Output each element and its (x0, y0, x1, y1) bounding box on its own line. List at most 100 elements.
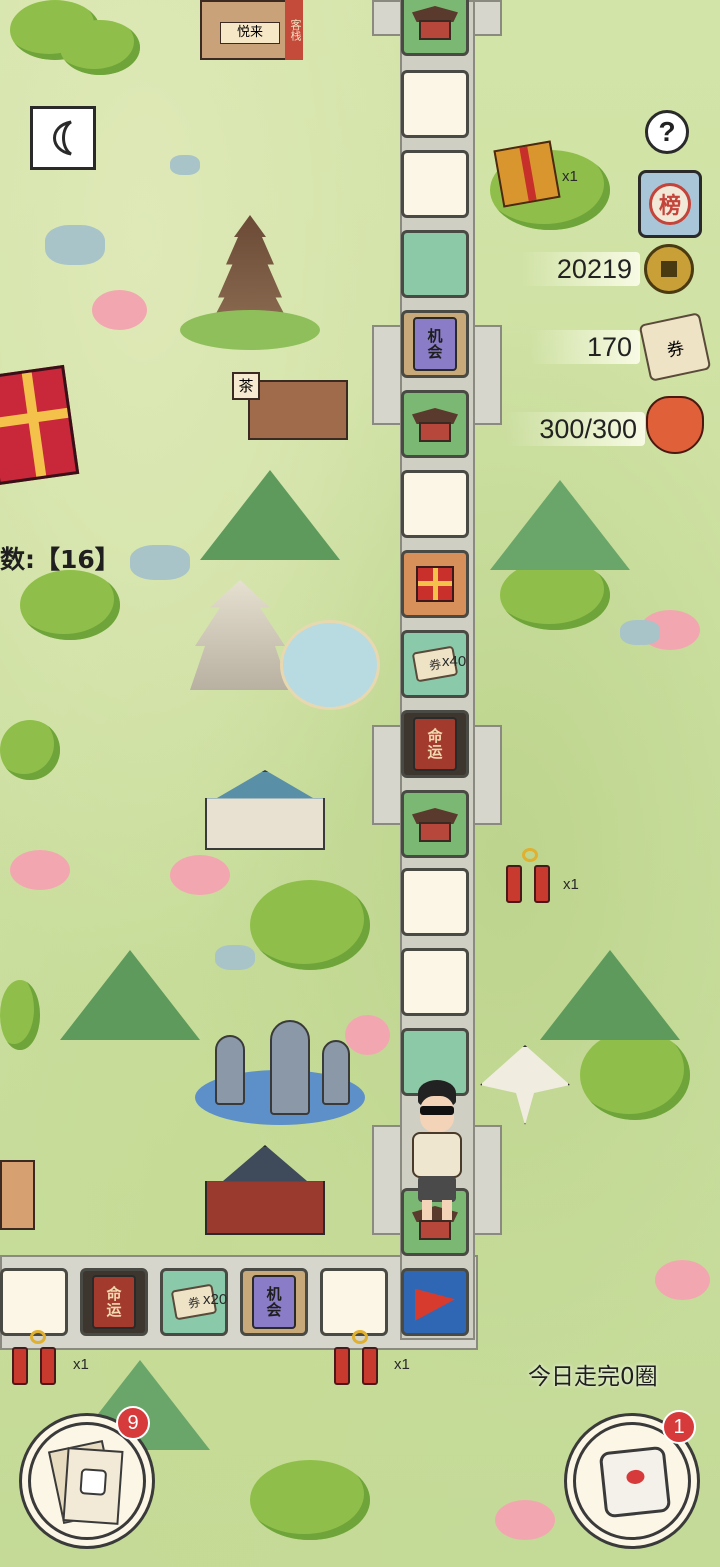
house-icon (412, 804, 458, 844)
firecracker-icon (8, 1330, 68, 1385)
tile-chance: 机 会 (401, 310, 469, 378)
blossom-tree (10, 850, 70, 890)
ticket-value: 170 (586, 331, 632, 362)
tile-fate: 命 运 (80, 1268, 148, 1336)
coin-value: 20219 (556, 253, 632, 284)
steps-label: 数:【16】 (0, 545, 120, 574)
chance-book-icon: 机 会 (252, 1275, 296, 1329)
fate-char: 命 (427, 727, 443, 745)
blossom-tree (495, 1500, 555, 1540)
stone-lantern (215, 1035, 245, 1105)
laps-today-label: 今日走完0圈 (528, 1364, 658, 1390)
firecracker-count: x1 (73, 1356, 89, 1373)
blossom-tree (655, 1260, 710, 1300)
tile-blank (401, 470, 469, 538)
card-stack-icon (62, 1447, 124, 1525)
tile-house (401, 790, 469, 858)
temple (205, 770, 325, 850)
tea-house (248, 380, 348, 440)
energy-bag-icon (646, 396, 704, 454)
tree-decoration (20, 570, 120, 640)
house-icon (412, 404, 458, 444)
rock (45, 225, 105, 265)
palace (190, 580, 290, 690)
tile-blank (320, 1268, 388, 1336)
firecracker-count: x1 (394, 1356, 410, 1373)
dice-badge: 1 (662, 1410, 696, 1444)
rock (620, 620, 660, 645)
ticket-count: x20 (203, 1291, 228, 1308)
energy-value: 300/300 (539, 413, 637, 444)
tile-house (401, 0, 469, 56)
blossom-tree (170, 855, 230, 895)
mountain (540, 950, 680, 1040)
rank-button[interactable]: 榜 (638, 170, 702, 238)
gift-package-icon[interactable] (493, 140, 561, 208)
back-button[interactable] (30, 106, 96, 170)
dice-icon (598, 1445, 672, 1519)
tree-decoration (250, 880, 370, 970)
chance-char: 机 (266, 1285, 282, 1303)
red-flag-icon (415, 1283, 455, 1321)
rank-icon: 榜 (649, 183, 691, 225)
cards-badge: 9 (116, 1406, 150, 1440)
tree-decoration (500, 560, 610, 630)
tree-decoration (60, 20, 140, 75)
tree-decoration (0, 980, 40, 1050)
tile-blank (401, 868, 469, 936)
pagoda-base (180, 310, 320, 350)
tile-chance: 机 会 (240, 1268, 308, 1336)
fate-char: 运 (106, 1301, 122, 1319)
red-hall (205, 1145, 325, 1235)
mountain (490, 480, 630, 570)
rock (215, 945, 255, 970)
stone-lantern (322, 1040, 350, 1105)
tile-fate: 命 运 (401, 710, 469, 778)
fate-book-icon: 命 运 (413, 717, 457, 771)
tile-blank (401, 70, 469, 138)
pagoda (210, 215, 290, 325)
gift-icon (416, 566, 454, 602)
firecracker-icon (330, 1330, 390, 1385)
chance-char: 会 (266, 1301, 282, 1319)
help-button[interactable]: ? (645, 110, 689, 154)
cards-button[interactable] (28, 1422, 146, 1540)
back-arrow-icon (53, 120, 72, 156)
banner: 客栈 (285, 0, 303, 60)
chance-book-icon: 机 会 (413, 317, 457, 371)
inn-sign: 悦来 (220, 22, 280, 44)
player-avatar (404, 1080, 470, 1230)
blossom-tree (345, 1015, 390, 1055)
house-icon (412, 2, 458, 42)
tile-house (401, 390, 469, 458)
tree-decoration (250, 1460, 370, 1540)
chance-char: 会 (427, 343, 443, 361)
tile-blank (401, 948, 469, 1016)
tile-green (401, 230, 469, 298)
chance-char: 机 (427, 327, 443, 345)
stone-lantern (270, 1020, 310, 1115)
fate-char: 命 (106, 1285, 122, 1303)
firecracker-count: x1 (563, 876, 579, 893)
firecracker-icon (500, 848, 560, 903)
ticket-counter: 170 (530, 330, 640, 364)
lake (280, 620, 380, 710)
gift-count: x1 (562, 168, 578, 185)
tile-blank (401, 150, 469, 218)
copper-coin-icon (644, 244, 694, 294)
fate-book-icon: 命 运 (92, 1275, 136, 1329)
tree-decoration (580, 1030, 690, 1120)
ticket-count: x40 (442, 653, 467, 670)
blossom-tree (92, 290, 147, 330)
tree-decoration (0, 720, 60, 780)
mountain (60, 950, 200, 1040)
rock (130, 545, 190, 580)
tile-start-flag (401, 1268, 469, 1336)
tile-blank (0, 1268, 68, 1336)
mountain (200, 470, 340, 560)
side-building (0, 1160, 35, 1230)
fate-char: 运 (427, 743, 443, 761)
energy-counter: 300/300 (505, 412, 645, 446)
coin-counter: 20219 (520, 252, 640, 286)
tile-gift (401, 550, 469, 618)
